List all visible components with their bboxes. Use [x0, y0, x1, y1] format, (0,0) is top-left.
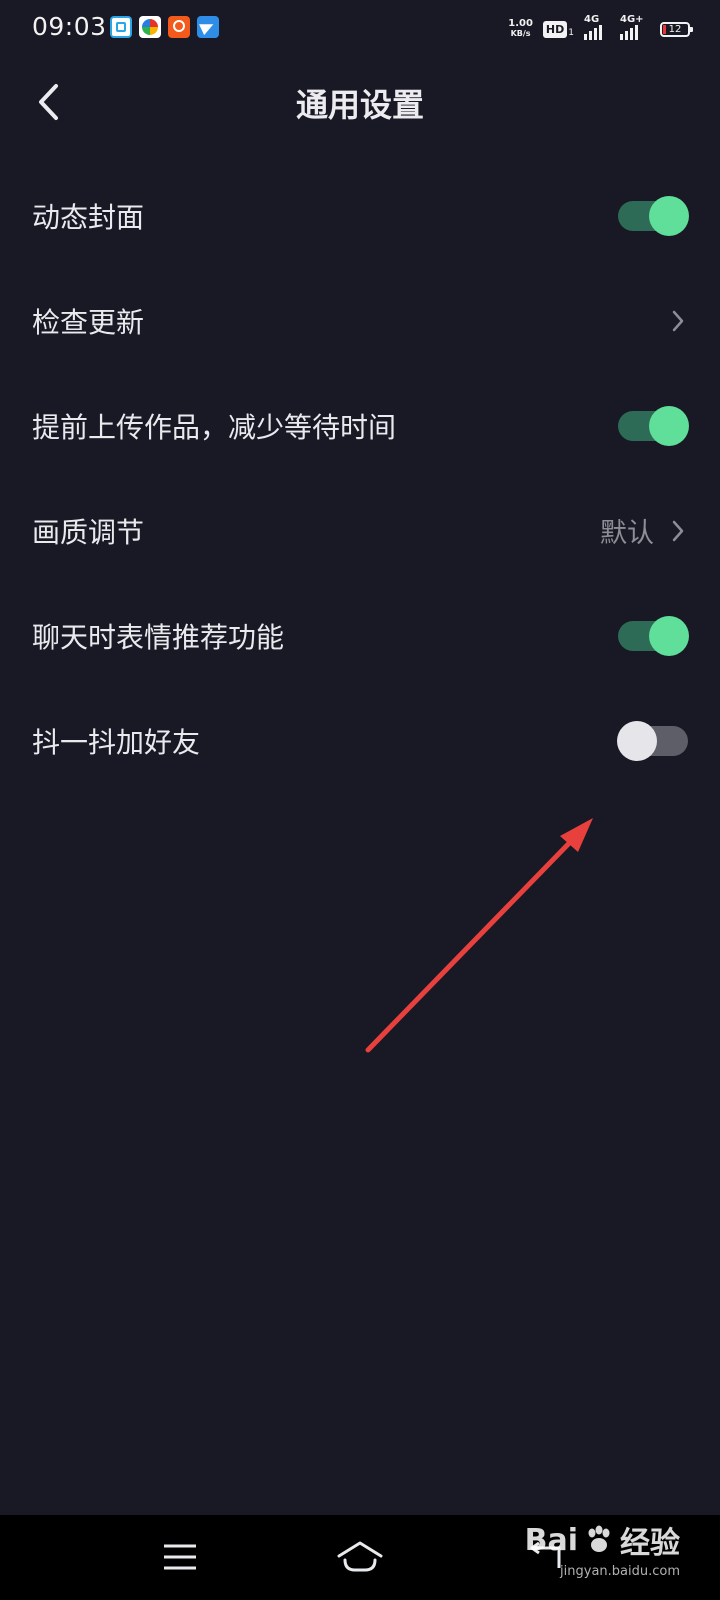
annotation-arrow — [365, 818, 593, 1053]
menu-icon — [164, 1544, 196, 1570]
nav-home-button[interactable] — [330, 1529, 390, 1585]
watermark-brand: Bai — [524, 1522, 578, 1558]
watermark-url: jingyan.baidu.com — [560, 1564, 680, 1579]
paw-logo-icon — [588, 1525, 610, 1552]
watermark-suffix: 经验 — [620, 1526, 680, 1561]
baidu-jingyan-watermark: Bai 经验 jingyan.baidu.com — [524, 1518, 680, 1580]
home-icon — [337, 1541, 383, 1572]
nav-menu-button[interactable] — [150, 1529, 210, 1585]
